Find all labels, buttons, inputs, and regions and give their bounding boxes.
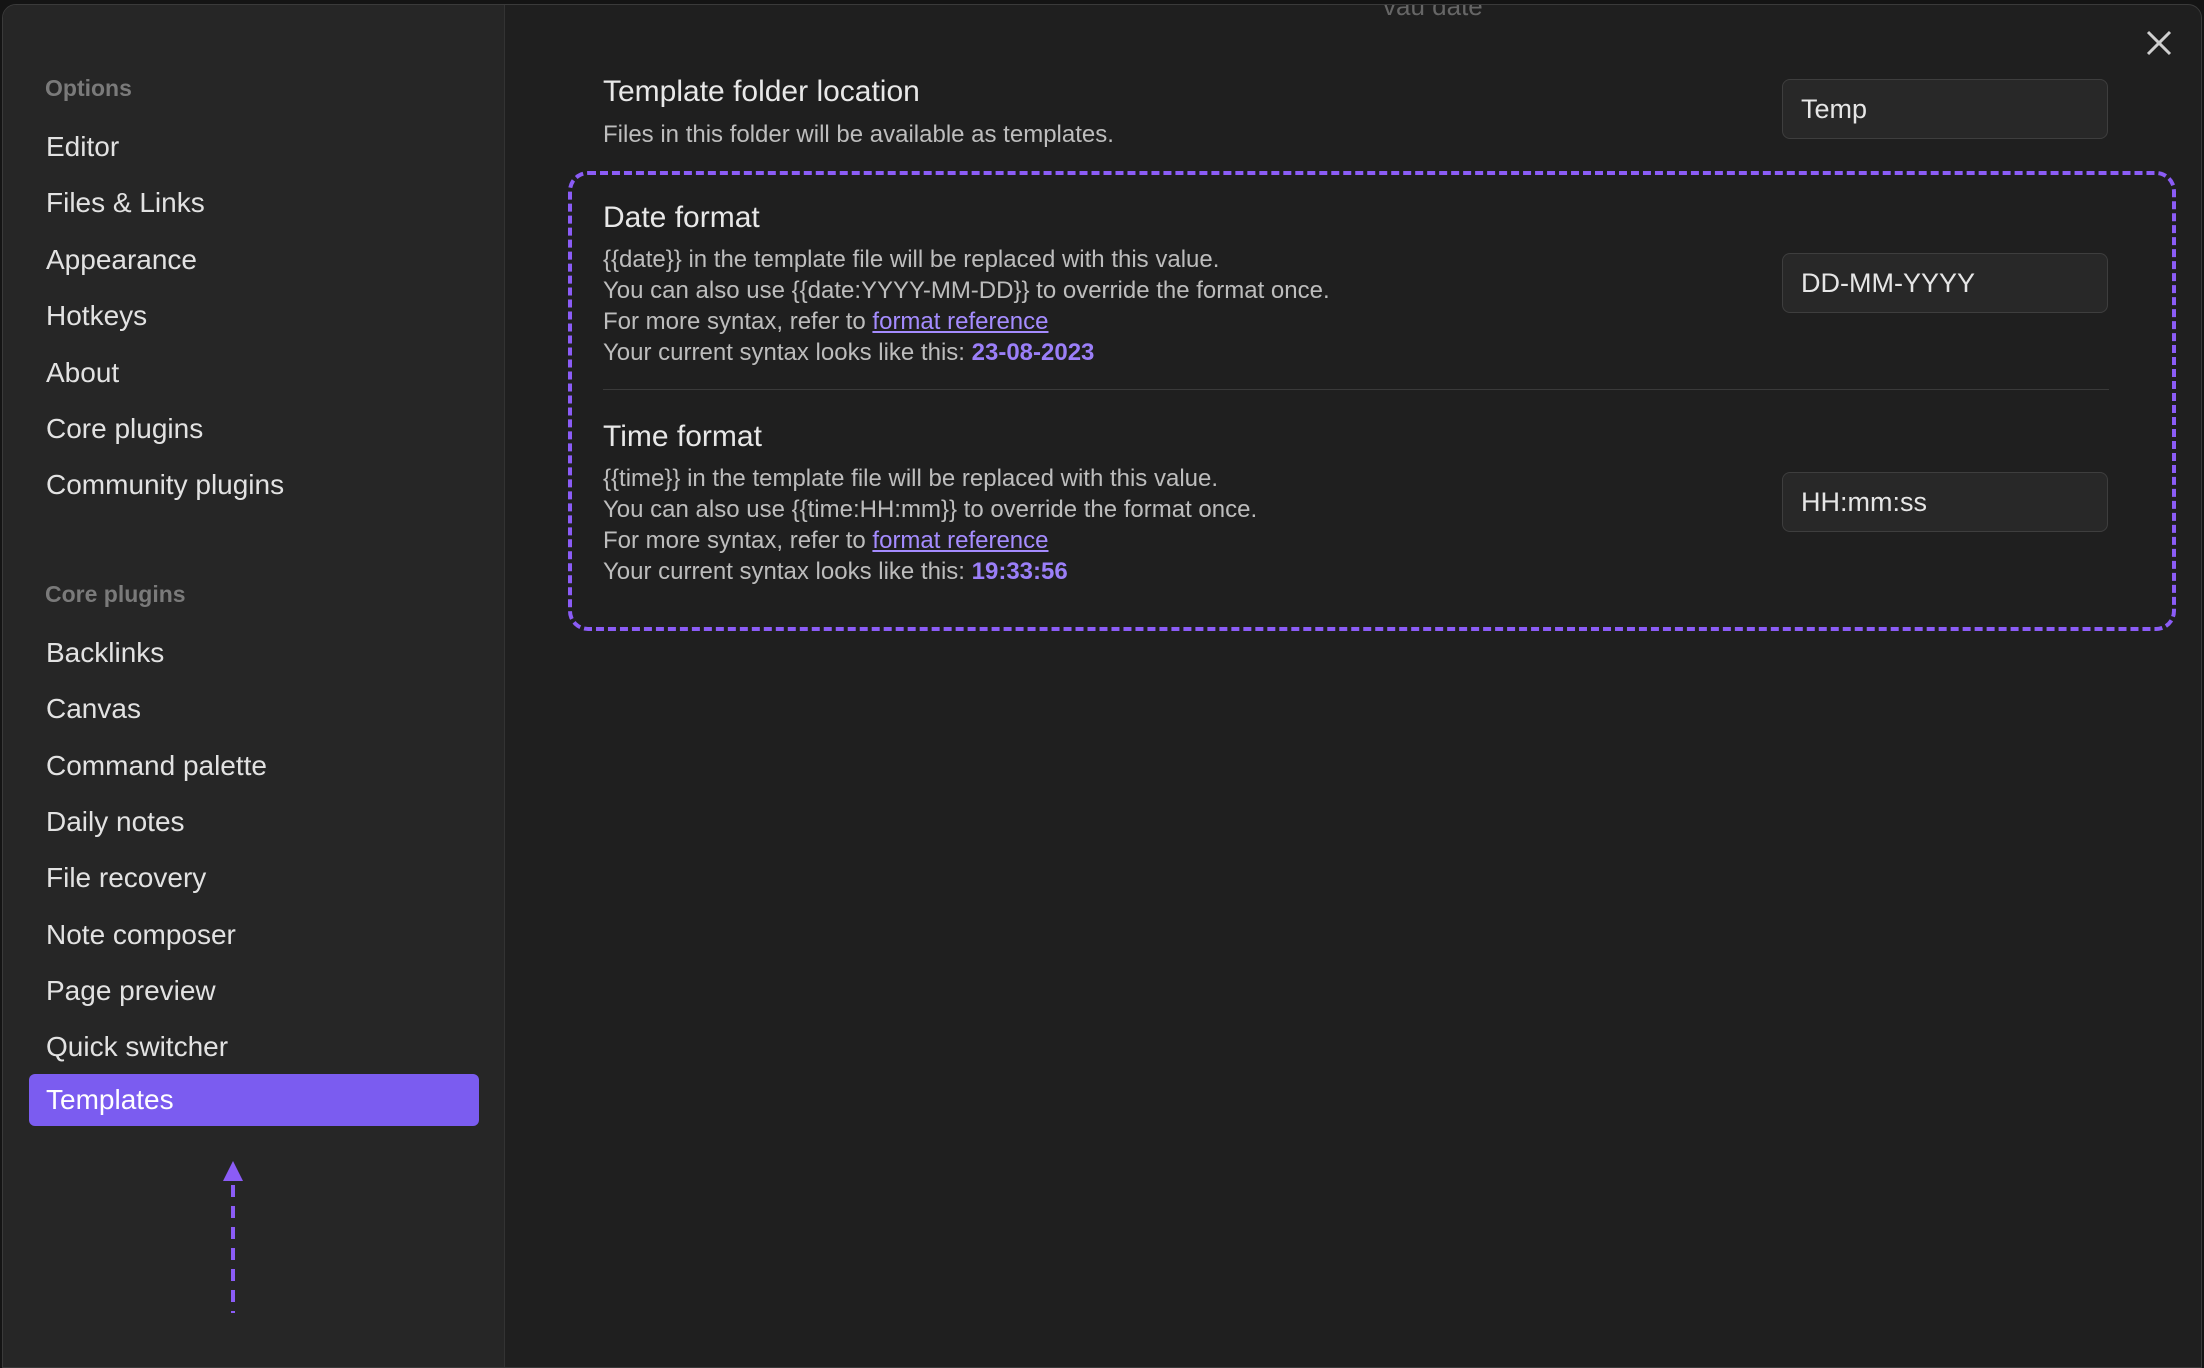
sidebar-item-canvas[interactable]: Canvas [29,683,479,735]
setting-divider [603,389,2109,390]
sidebar-item-command-palette[interactable]: Command palette [29,740,479,792]
date-format-sample: 23-08-2023 [971,339,1095,366]
time-format-reference-link[interactable]: format reference [872,527,1048,554]
sidebar-item-daily-notes[interactable]: Daily notes [29,796,479,848]
settings-sidebar: Options Editor Files & Links Appearance … [3,5,505,1367]
time-format-title: Time format [603,420,762,453]
time-format-description: {{time}} in the template file will be re… [603,463,1257,587]
template-folder-input[interactable]: Temp [1782,79,2108,139]
date-format-reference-link[interactable]: format reference [872,308,1048,335]
sidebar-item-file-recovery[interactable]: File recovery [29,852,479,904]
date-format-line-2: You can also use {{date:YYYY-MM-DD}} to … [603,277,1330,304]
settings-content: Template folder location Files in this f… [506,5,2201,1367]
date-format-line-3: For more syntax, refer to format referen… [603,306,1330,337]
sidebar-item-hotkeys[interactable]: Hotkeys [29,290,479,342]
date-format-line-4: Your current syntax looks like this: 23-… [603,337,1330,368]
sidebar-item-page-preview[interactable]: Page preview [29,965,479,1017]
template-folder-description: Files in this folder will be available a… [603,121,1114,148]
time-format-sample-prefix: Your current syntax looks like this: [603,558,972,585]
date-format-sample-prefix: Your current syntax looks like this: [603,339,972,366]
time-format-line-1: {{time}} in the template file will be re… [603,465,1219,492]
time-format-ref-prefix: For more syntax, refer to [603,527,873,554]
close-icon[interactable] [2139,25,2179,65]
dashed-up-arrow-icon [223,1161,243,1313]
sidebar-item-core-plugins[interactable]: Core plugins [29,403,479,455]
time-format-input[interactable]: HH:mm:ss [1782,472,2108,532]
sidebar-item-community-plugins[interactable]: Community plugins [29,459,479,511]
date-format-input[interactable]: DD-MM-YYYY [1782,253,2108,313]
time-format-line-2: You can also use {{time:HH:mm}} to overr… [603,496,1258,523]
template-folder-title: Template folder location [603,75,920,108]
sidebar-item-appearance[interactable]: Appearance [29,234,479,286]
date-format-description: {{date}} in the template file will be re… [603,244,1330,368]
core-plugins-heading: Core plugins [45,581,186,607]
date-format-line-1: {{date}} in the template file will be re… [603,246,1220,273]
sidebar-item-note-composer[interactable]: Note composer [29,909,479,961]
time-format-line-3: For more syntax, refer to format referen… [603,525,1257,556]
date-format-ref-prefix: For more syntax, refer to [603,308,873,335]
sidebar-item-backlinks[interactable]: Backlinks [29,627,479,679]
date-format-title: Date format [603,201,760,234]
sidebar-item-quick-switcher[interactable]: Quick switcher [29,1021,479,1073]
sidebar-item-files-links[interactable]: Files & Links [29,177,479,229]
sidebar-item-templates[interactable]: Templates [29,1074,479,1126]
sidebar-item-about[interactable]: About [29,347,479,399]
time-format-line-4: Your current syntax looks like this: 19:… [603,556,1257,587]
options-heading: Options [45,75,132,101]
sidebar-item-editor[interactable]: Editor [29,121,479,173]
time-format-sample: 19:33:56 [971,558,1068,585]
settings-window: vau date Options Editor Files & Links Ap… [2,4,2202,1368]
